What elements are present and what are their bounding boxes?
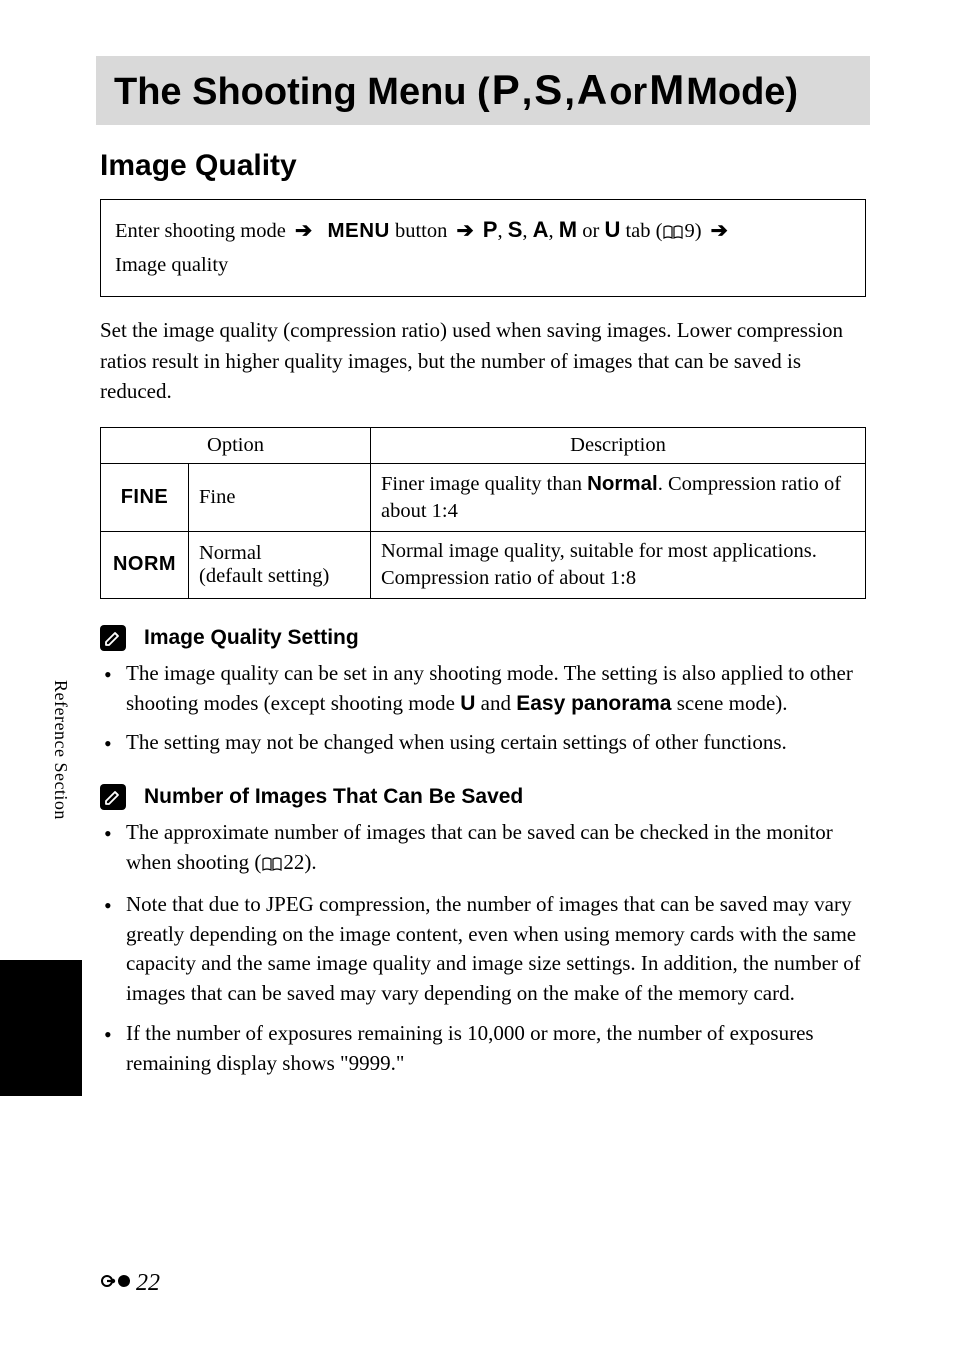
note1-title: Image Quality Setting (144, 626, 359, 650)
nav-mode-p: P (483, 217, 498, 242)
norm-name-2: (default setting) (199, 565, 329, 587)
opt-fine-icon: FINE (101, 463, 189, 531)
pencil-icon (100, 625, 126, 651)
opt-norm-desc: Normal image quality, suitable for most … (371, 531, 866, 598)
opt-fine-name: Fine (189, 463, 371, 531)
nav-tab-after: ) (695, 220, 707, 242)
book-icon (663, 217, 683, 250)
note-number-of-images: Number of Images That Can Be Saved The a… (100, 784, 866, 1079)
fine-desc-bold: Normal (587, 472, 658, 495)
title-line: The Shooting Menu ( P , S , A or M Mode) (114, 66, 864, 115)
mode-a: A (577, 66, 607, 114)
mode-s: S (534, 66, 562, 114)
arrow-icon: ➔ (295, 219, 312, 242)
nav-button-text: button (395, 220, 453, 242)
page-number-value: 22 (136, 1270, 160, 1297)
title-before: The Shooting Menu ( (114, 71, 490, 115)
mode-m: M (649, 66, 684, 114)
opt-norm-name: Normal (default setting) (189, 531, 371, 598)
table-row: FINE Fine Finer image quality than Norma… (101, 463, 866, 531)
pencil-icon (100, 784, 126, 810)
norm-name-1: Normal (199, 542, 262, 564)
sep2: , (564, 71, 575, 115)
arrow-icon-2: ➔ (456, 219, 473, 242)
page-ref-icon (100, 1270, 134, 1297)
side-tab (0, 960, 82, 1096)
table-header-row: Option Description (101, 427, 866, 463)
opt-norm-icon: NORM (101, 531, 189, 598)
mode-p: P (492, 66, 520, 114)
nav-line2: Image quality (115, 254, 228, 276)
side-section-label: Reference Section (50, 680, 71, 820)
page: The Shooting Menu ( P , S , A or M Mode)… (0, 0, 954, 1345)
nav-enter: Enter shooting mode (115, 220, 291, 242)
fine-desc-before: Finer image quality than (381, 473, 587, 495)
note-head: Number of Images That Can Be Saved (100, 784, 866, 810)
nav-mode-s: S (508, 217, 523, 242)
nav-mode-a: A (533, 217, 549, 242)
menu-word: MENU (327, 219, 389, 242)
th-description: Description (371, 427, 866, 463)
note2-title: Number of Images That Can Be Saved (144, 785, 523, 809)
th-option: Option (101, 427, 371, 463)
nav-modes: P, S, A, M or U (483, 220, 626, 242)
list-item: The image quality can be set in any shoo… (100, 659, 866, 719)
body-paragraph: Set the image quality (compression ratio… (100, 315, 866, 406)
options-table: Option Description FINE Fine Finer image… (100, 427, 866, 599)
table-row: NORM Normal (default setting) Normal ima… (101, 531, 866, 598)
note2-list: The approximate number of images that ca… (100, 818, 866, 1079)
nav-mode-m: M (559, 217, 577, 242)
nav-box: Enter shooting mode ➔ MENU button ➔ P, S… (100, 199, 866, 298)
list-item: Note that due to JPEG compression, the n… (100, 890, 866, 1009)
opt-fine-desc: Finer image quality than Normal. Compres… (371, 463, 866, 531)
sep1: , (522, 71, 533, 115)
list-item: The setting may not be changed when usin… (100, 728, 866, 758)
nav-tab-before: tab ( (625, 220, 662, 242)
note1-list: The image quality can be set in any shoo… (100, 659, 866, 758)
note-head: Image Quality Setting (100, 625, 866, 651)
page-number: 22 (100, 1270, 160, 1297)
nav-page-ref: 9 (684, 220, 694, 242)
list-item: If the number of exposures remaining is … (100, 1019, 866, 1079)
arrow-icon-3: ➔ (711, 219, 728, 242)
title-banner: The Shooting Menu ( P , S , A or M Mode) (96, 56, 870, 125)
nav-mode-u: U (604, 217, 620, 242)
sep-or: or (609, 71, 647, 115)
list-item: The approximate number of images that ca… (100, 818, 866, 880)
section-heading: Image Quality (100, 149, 866, 183)
title-after: Mode) (686, 71, 798, 115)
note-image-quality-setting: Image Quality Setting The image quality … (100, 625, 866, 758)
